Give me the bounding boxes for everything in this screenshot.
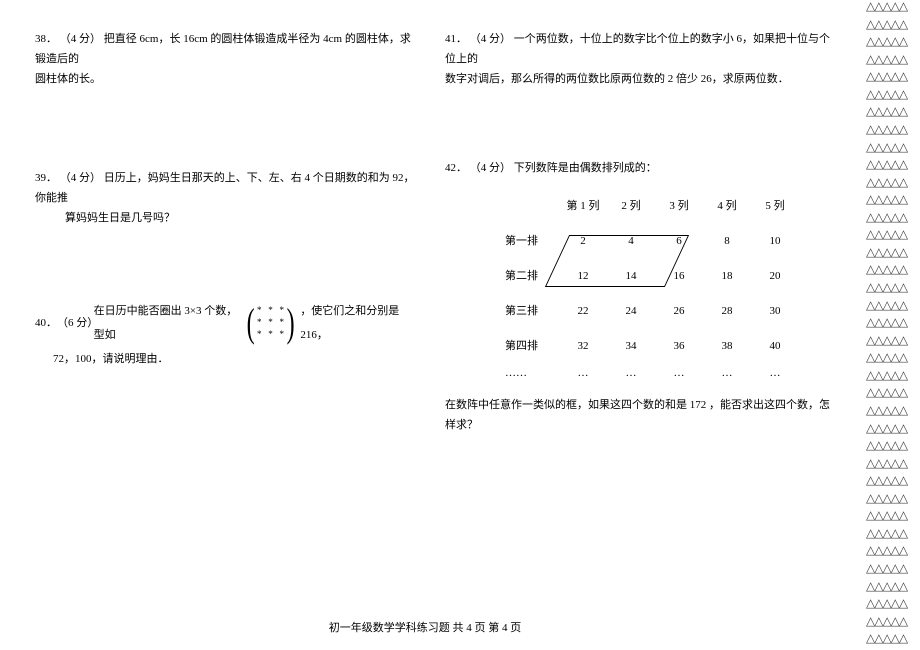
table-row: 第二排 12 14 16 18 20 [505,259,799,294]
triangle-deco-icon: △△△△△ [866,158,920,176]
q40-text-b: ，使它们之和分别是 216， [300,299,415,347]
triangle-deco-icon: △△△△△ [866,70,920,88]
triangle-deco-icon: △△△△△ [866,105,920,123]
triangle-deco-icon: △△△△△ [866,211,920,229]
q42-text-a: 下列数阵是由偶数排列成的： [514,162,657,174]
triangle-deco-icon: △△△△△ [866,281,920,299]
question-39: 39． （4 分） 日历上，妈妈生日那天的上、下、左、右 4 个日期数的和为 9… [35,169,415,228]
q41-num: 41． [445,33,467,45]
question-38: 38． （4 分） 把直径 6cm，长 16cm 的圆柱体锻造成半径为 4cm … [35,30,415,89]
triangle-deco-icon: △△△△△ [866,334,920,352]
triangle-deco-icon: △△△△△ [866,369,920,387]
right-paren-icon: ) [287,305,295,341]
q41-text-b: 数字对调后，那么所得的两位数比原两位数的 2 倍少 26，求原两位数． [445,70,835,90]
question-40: 40． （6 分） 在日历中能否圈出 3×3 个数，型如 ( * * * * *… [35,299,415,372]
col-header: 3 列 [655,189,703,224]
matrix-icon: ( * * * * * * * * * ) [244,305,298,341]
q40-points: （6 分） [57,311,94,335]
q42-points: （4 分） [470,162,511,174]
page-footer: 初一年级数学学科练习题 共 4 页 第 4 页 [0,619,850,635]
triangle-deco-icon: △△△△△ [866,527,920,545]
triangle-deco-icon: △△△△△ [866,351,920,369]
table-row: 第一排 2 4 6 8 10 [505,224,799,259]
q41-points: （4 分） [470,33,511,45]
triangle-deco-icon: △△△△△ [866,263,920,281]
triangle-deco-icon: △△△△△ [866,439,920,457]
q38-num: 38． [35,33,57,45]
q39-points: （4 分） [60,172,101,184]
q42-num: 42． [445,162,467,174]
triangle-deco-icon: △△△△△ [866,88,920,106]
triangle-deco-icon: △△△△△ [866,316,920,334]
triangle-deco-icon: △△△△△ [866,123,920,141]
q42-text-b: 在数阵中任意作一类似的框，如果这四个数的和是 172 ，能否求出这四个数，怎样求… [445,396,835,436]
triangle-deco-icon: △△△△△ [866,457,920,475]
triangle-deco-icon: △△△△△ [866,176,920,194]
q40-text-c: 72，100，请说明理由． [35,347,415,371]
triangle-deco-icon: △△△△△ [866,35,920,53]
triangle-deco-icon: △△△△△ [866,246,920,264]
table-row: …… … … … … … [505,364,799,384]
matrix-body: * * * * * * * * * [257,305,284,340]
q39-num: 39． [35,172,57,184]
triangle-deco-icon: △△△△△ [866,632,920,650]
triangle-deco-icon: △△△△△ [866,422,920,440]
triangle-deco-icon: △△△△△ [866,0,920,18]
triangle-deco-icon: △△△△△ [866,474,920,492]
triangle-deco-icon: △△△△△ [866,615,920,633]
triangle-deco-icon: △△△△△ [866,562,920,580]
q40-num: 40． [35,311,57,335]
q40-text-a: 在日历中能否圈出 3×3 个数，型如 [94,299,241,347]
triangle-deco-icon: △△△△△ [866,193,920,211]
triangle-deco-icon: △△△△△ [866,580,920,598]
question-42: 42． （4 分） 下列数阵是由偶数排列成的： 第 1 列 2 列 3 列 4 … [445,159,835,435]
col-header: 第 1 列 [559,189,607,224]
q38-text-b: 圆柱体的长。 [35,70,415,90]
triangle-deco-icon: △△△△△ [866,299,920,317]
col-header: 4 列 [703,189,751,224]
triangle-deco-icon: △△△△△ [866,544,920,562]
triangle-deco-icon: △△△△△ [866,228,920,246]
q38-points: （4 分） [60,33,101,45]
triangle-deco-icon: △△△△△ [866,18,920,36]
table-row: 第三排 22 24 26 28 30 [505,294,799,329]
triangle-deco-icon: △△△△△ [866,53,920,71]
triangle-deco-icon: △△△△△ [866,404,920,422]
triangle-deco-icon: △△△△△ [866,386,920,404]
left-paren-icon: ( [246,305,254,341]
triangle-deco-icon: △△△△△ [866,597,920,615]
triangle-deco-icon: △△△△△ [866,492,920,510]
question-41: 41． （4 分） 一个两位数，十位上的数字比个位上的数字小 6，如果把十位与个… [445,30,835,89]
number-array: 第 1 列 2 列 3 列 4 列 5 列 第一排 2 4 6 8 10 [505,189,835,384]
triangle-deco-icon: △△△△△ [866,141,920,159]
q39-text-b: 算妈妈生日是几号吗？ [35,209,415,229]
triangle-deco-icon: △△△△△ [866,509,920,527]
decorative-strip: △△△△△△△△△△△△△△△△△△△△△△△△△△△△△△△△△△△△△△△△… [866,0,920,650]
col-header: 2 列 [607,189,655,224]
table-row: 第四排 32 34 36 38 40 [505,329,799,364]
col-header: 5 列 [751,189,799,224]
